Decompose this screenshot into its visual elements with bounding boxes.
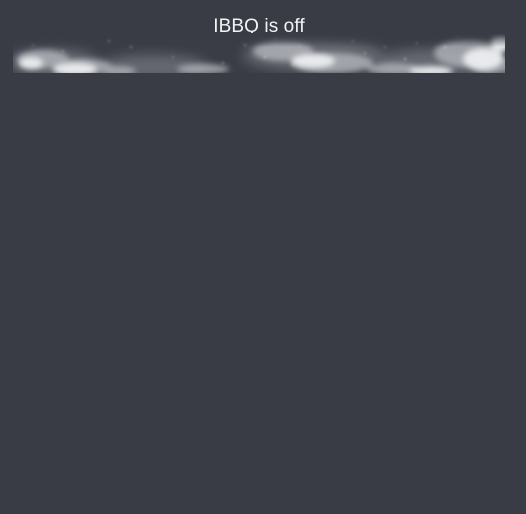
smoke-banner-image bbox=[13, 33, 505, 73]
smoke-illustration bbox=[13, 33, 505, 73]
ibbq-status-card: IBBQ is off bbox=[0, 0, 526, 514]
